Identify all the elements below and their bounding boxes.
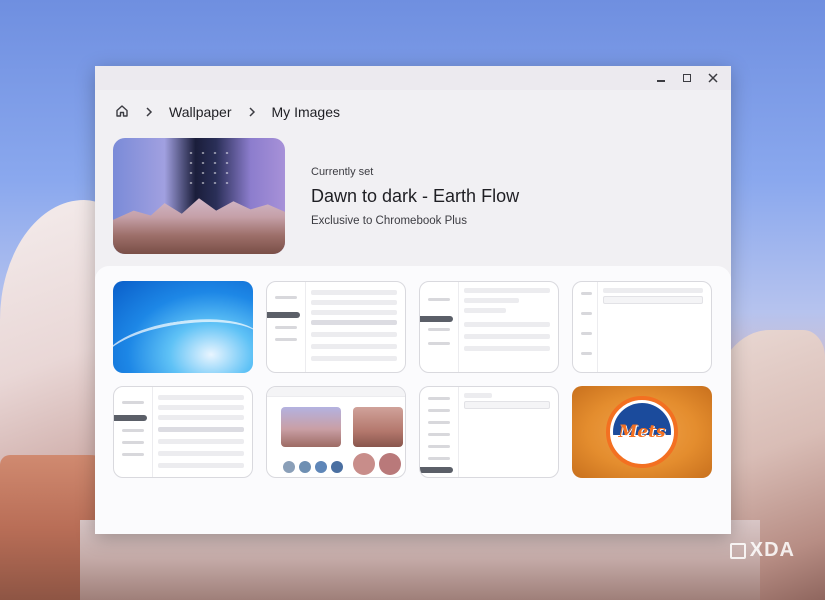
mets-logo-icon: Mets — [606, 396, 678, 468]
mets-logo-text: Mets — [613, 403, 671, 461]
breadcrumb: Wallpaper My Images — [95, 92, 731, 132]
image-tile[interactable]: Mets — [572, 386, 712, 478]
current-wallpaper-info: Currently set Dawn to dark - Earth Flow … — [311, 166, 519, 227]
image-tile[interactable] — [266, 386, 406, 478]
current-wallpaper-subtitle: Exclusive to Chromebook Plus — [311, 214, 467, 227]
maximize-icon — [683, 74, 691, 82]
image-tile[interactable] — [113, 281, 253, 373]
current-wallpaper-title: Dawn to dark - Earth Flow — [311, 185, 520, 206]
title-bar — [95, 66, 731, 90]
minimize-icon — [657, 80, 665, 82]
maximize-button[interactable] — [675, 67, 699, 89]
image-tile[interactable] — [572, 281, 712, 373]
current-wallpaper-section: Currently set Dawn to dark - Earth Flow … — [95, 136, 731, 256]
chevron-right-icon — [248, 105, 256, 120]
breadcrumb-wallpaper[interactable]: Wallpaper — [165, 104, 236, 120]
image-tile[interactable] — [419, 281, 559, 373]
chevron-right-icon — [145, 105, 153, 120]
currently-set-label: Currently set — [311, 165, 374, 178]
image-tile[interactable] — [266, 281, 406, 373]
image-tile[interactable] — [419, 386, 559, 478]
close-icon — [708, 73, 718, 83]
xda-watermark: XDA — [729, 539, 795, 562]
breadcrumb-my-images: My Images — [271, 104, 340, 120]
current-wallpaper-thumbnail — [113, 138, 285, 254]
minimize-button[interactable] — [649, 67, 673, 89]
image-tile[interactable] — [113, 386, 253, 478]
xda-logo-icon — [729, 542, 746, 559]
image-grid: Mets — [113, 281, 713, 478]
xda-watermark-text: XDA — [749, 539, 795, 561]
close-button[interactable] — [701, 67, 725, 89]
image-grid-panel: Mets — [95, 266, 731, 534]
wallpaper-app-window: Wallpaper My Images Currently set Dawn t… — [95, 66, 731, 534]
home-icon — [116, 104, 128, 117]
breadcrumb-home[interactable] — [111, 104, 133, 121]
